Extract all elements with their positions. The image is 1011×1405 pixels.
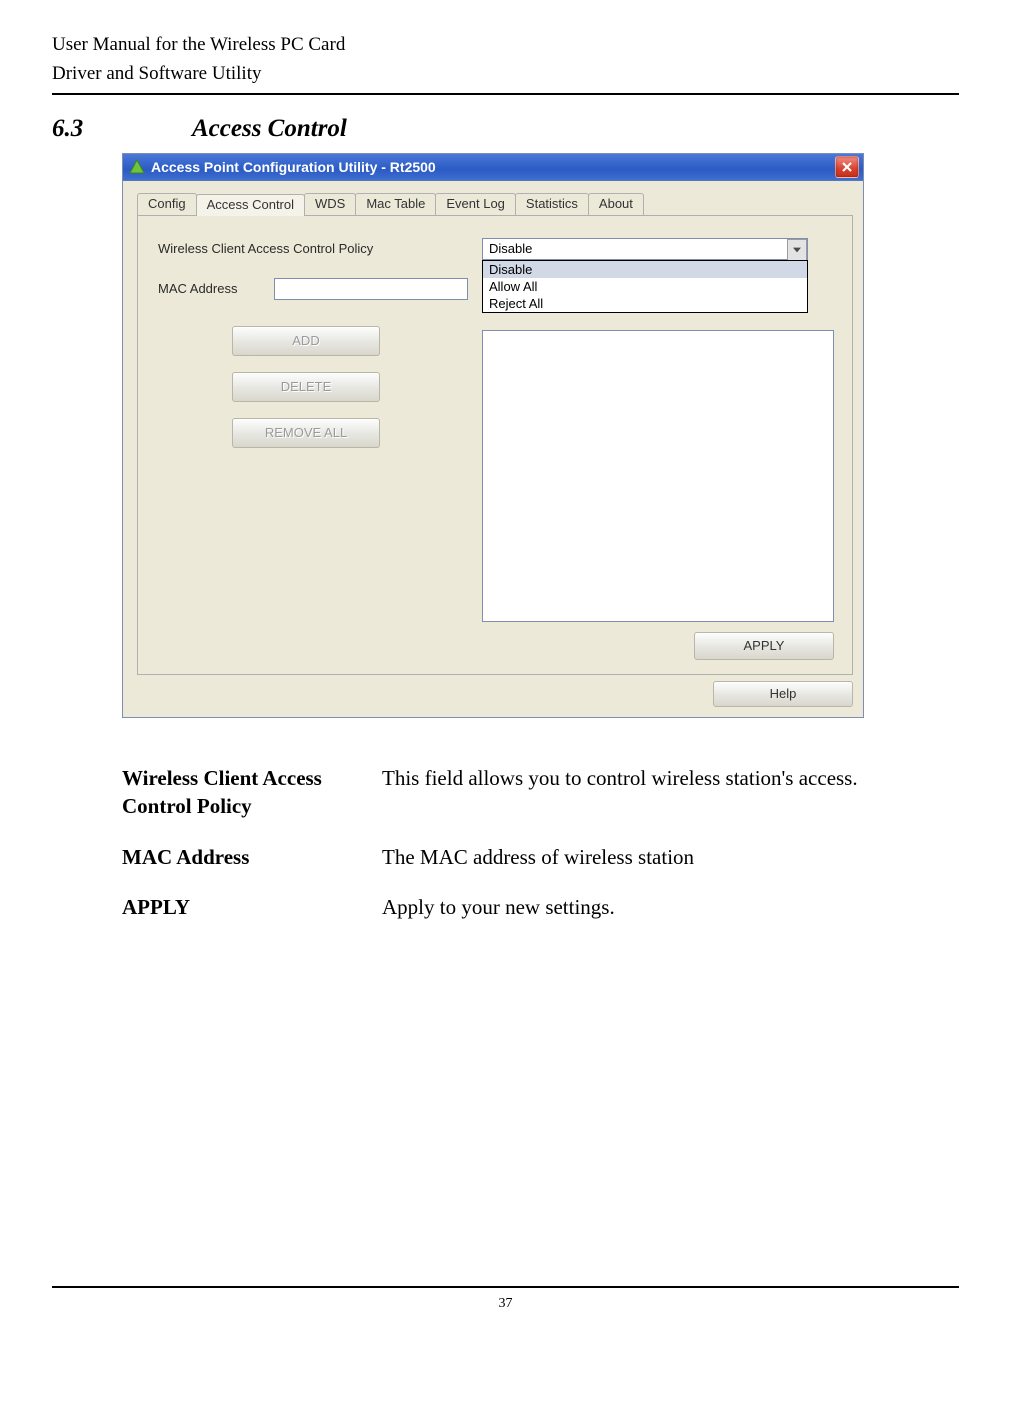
policy-option-disable[interactable]: Disable xyxy=(483,261,807,278)
policy-dropdown[interactable]: Disable Allow All Reject All xyxy=(482,238,808,260)
tab-event-log[interactable]: Event Log xyxy=(435,193,516,215)
app-window: Access Point Configuration Utility - Rt2… xyxy=(122,153,864,718)
remove-all-button[interactable]: REMOVE ALL xyxy=(232,418,380,448)
window-title: Access Point Configuration Utility - Rt2… xyxy=(151,159,835,175)
tab-panel: Wireless Client Access Control Policy Di… xyxy=(137,216,853,675)
delete-button[interactable]: DELETE xyxy=(232,372,380,402)
mac-address-listbox[interactable] xyxy=(482,330,834,622)
policy-option-allow-all[interactable]: Allow All xyxy=(483,278,807,295)
policy-dropdown-list: Disable Allow All Reject All xyxy=(482,260,808,313)
tab-mac-table[interactable]: Mac Table xyxy=(355,193,436,215)
desc-row-policy: Wireless Client Access Control Policy Th… xyxy=(122,764,892,843)
tab-config[interactable]: Config xyxy=(137,193,197,215)
page-number: 37 xyxy=(52,1296,959,1312)
doc-header-line2: Driver and Software Utility xyxy=(52,59,959,88)
section-heading: 6.3 Access Control xyxy=(52,115,959,143)
tab-about[interactable]: About xyxy=(588,193,644,215)
desc-term: APPLY xyxy=(122,893,382,943)
close-button[interactable] xyxy=(835,156,859,178)
section-title: Access Control xyxy=(192,115,347,143)
doc-header: User Manual for the Wireless PC Card Dri… xyxy=(52,30,959,95)
section-number: 6.3 xyxy=(52,115,192,143)
help-button[interactable]: Help xyxy=(713,681,853,707)
desc-def: The MAC address of wireless station xyxy=(382,843,892,893)
tab-wds[interactable]: WDS xyxy=(304,193,356,215)
apply-button[interactable]: APPLY xyxy=(694,632,834,660)
desc-term: MAC Address xyxy=(122,843,382,893)
tab-statistics[interactable]: Statistics xyxy=(515,193,589,215)
description-table: Wireless Client Access Control Policy Th… xyxy=(122,764,892,943)
window-titlebar: Access Point Configuration Utility - Rt2… xyxy=(123,154,863,181)
close-icon xyxy=(842,162,852,172)
screenshot: Access Point Configuration Utility - Rt2… xyxy=(122,153,959,718)
tab-row: Config Access Control WDS Mac Table Even… xyxy=(137,193,853,216)
app-icon xyxy=(129,159,145,175)
desc-def: This field allows you to control wireles… xyxy=(382,764,892,843)
chevron-down-icon xyxy=(793,247,801,253)
policy-label: Wireless Client Access Control Policy xyxy=(158,238,468,256)
mac-address-input[interactable] xyxy=(274,278,468,300)
desc-def: Apply to your new settings. xyxy=(382,893,892,943)
desc-row-mac: MAC Address The MAC address of wireless … xyxy=(122,843,892,893)
policy-dropdown-value[interactable] xyxy=(482,238,808,260)
desc-term: Wireless Client Access Control Policy xyxy=(122,764,382,843)
page-footer: 37 xyxy=(52,1286,959,1312)
mac-address-label: MAC Address xyxy=(158,281,260,296)
policy-option-reject-all[interactable]: Reject All xyxy=(483,295,807,312)
tab-access-control[interactable]: Access Control xyxy=(196,194,305,216)
add-button[interactable]: ADD xyxy=(232,326,380,356)
doc-header-line1: User Manual for the Wireless PC Card xyxy=(52,30,959,59)
policy-dropdown-button[interactable] xyxy=(787,239,807,261)
desc-row-apply: APPLY Apply to your new settings. xyxy=(122,893,892,943)
